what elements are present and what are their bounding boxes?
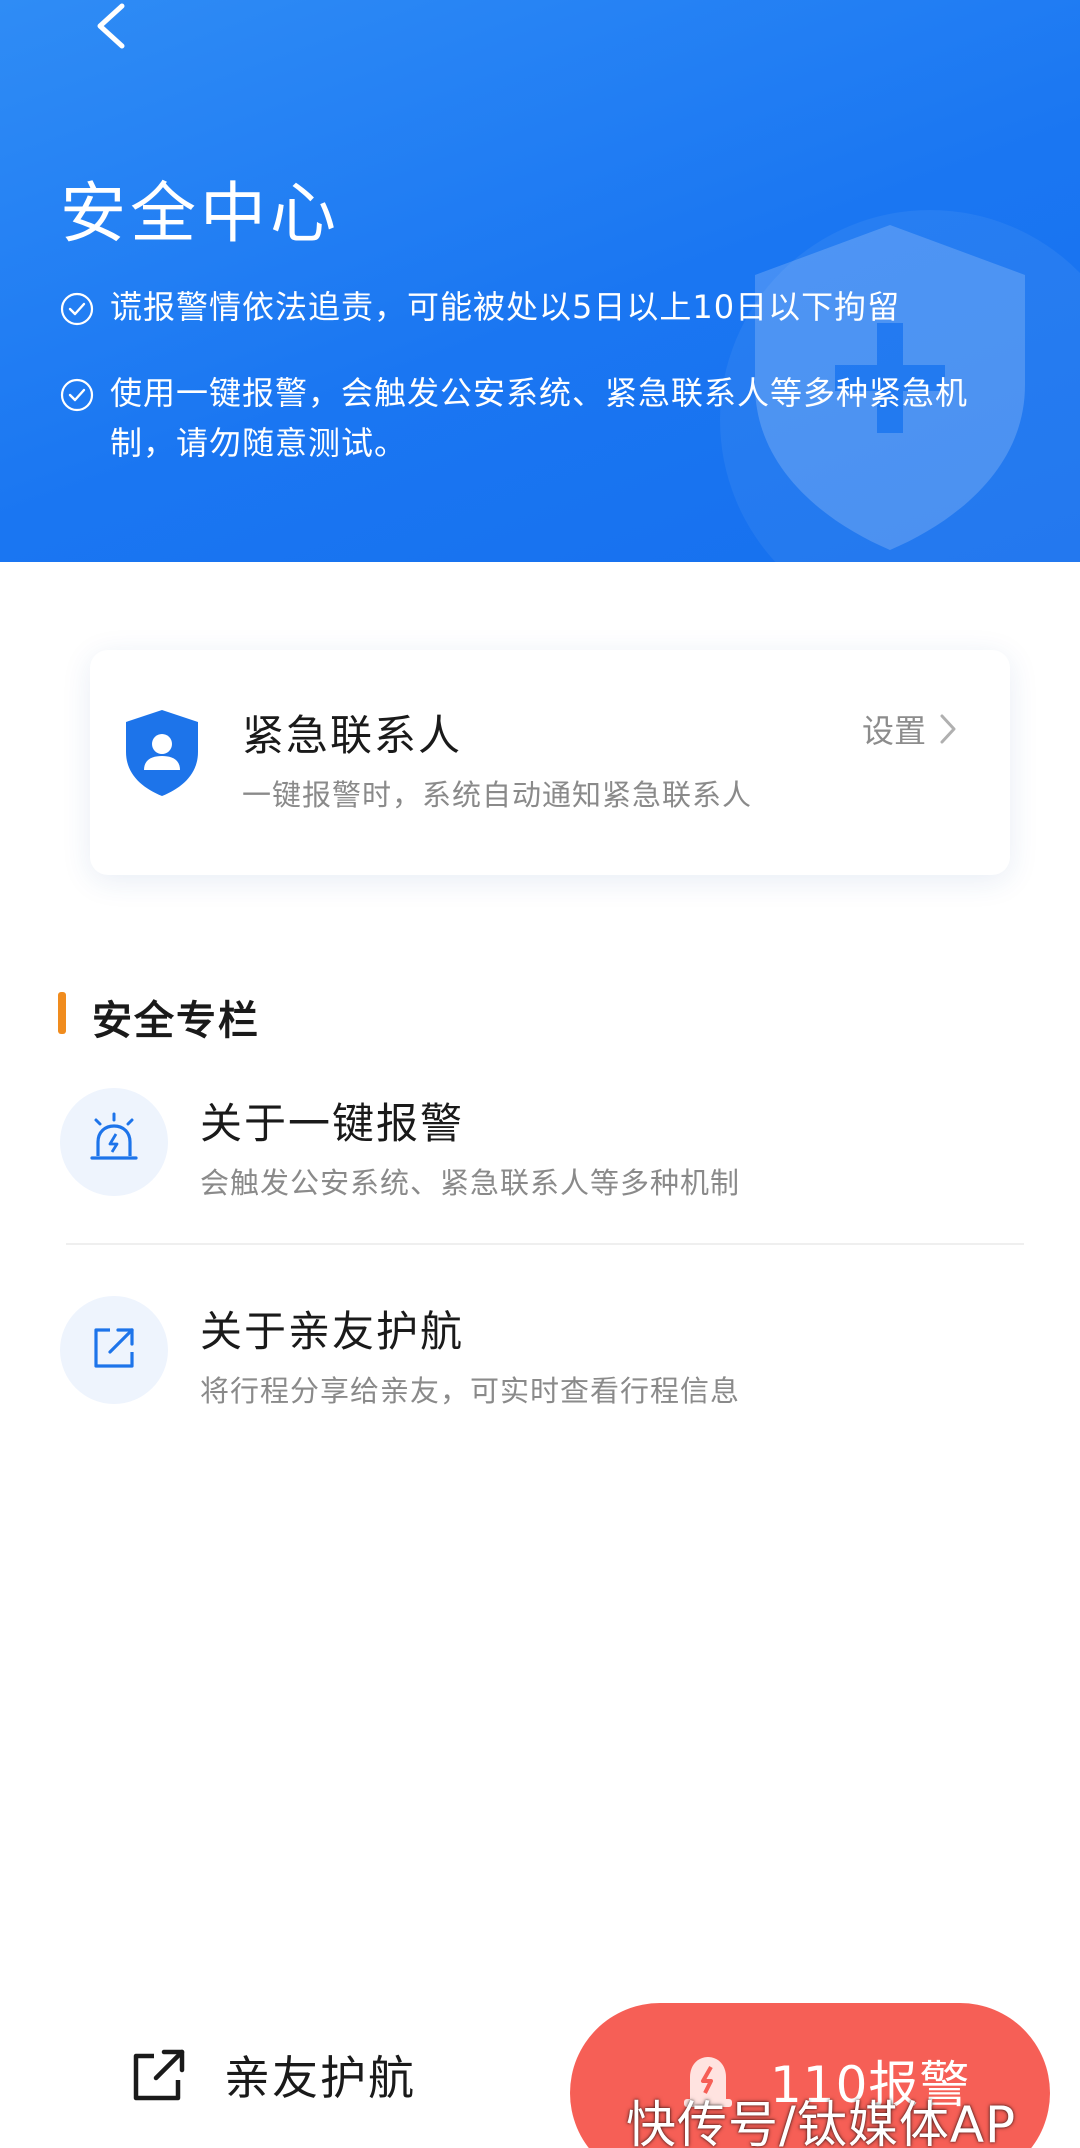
notice-row: 使用一键报警，会触发公安系统、紧急联系人等多种紧急机制，请勿随意测试。 <box>60 368 1020 468</box>
item-subtitle: 会触发公安系统、紧急联系人等多种机制 <box>200 1166 741 1200</box>
contact-subtitle: 一键报警时，系统自动通知紧急联系人 <box>242 778 753 812</box>
back-chevron-icon[interactable] <box>84 0 144 60</box>
settings-label: 设置 <box>861 712 926 750</box>
watermark-text: 快传号/钛媒体AP <box>626 2096 1017 2148</box>
settings-link[interactable]: 设置 <box>862 706 960 752</box>
alarm-light-icon <box>90 1112 138 1160</box>
list-item-family-escort[interactable]: 关于亲友护航 将行程分享给亲友，可实时查看行程信息 <box>60 1268 1020 1418</box>
divider <box>66 1243 1024 1245</box>
notice-row: 谎报警情依法追责，可能被处以5日以上10日以下拘留 <box>60 282 1020 332</box>
header-banner: 安全中心 谎报警情依法追责，可能被处以5日以上10日以下拘留 使用一键报警，会触… <box>0 0 1080 562</box>
contact-title: 紧急联系人 <box>242 711 463 760</box>
notice-text: 谎报警情依法追责，可能被处以5日以上10日以下拘留 <box>110 288 901 326</box>
family-escort-button[interactable]: 亲友护航 <box>58 2005 498 2145</box>
check-circle-icon <box>60 378 94 412</box>
notice-text: 使用一键报警，会触发公安系统、紧急联系人等多种紧急机制，请勿随意测试。 <box>110 374 969 462</box>
page-title: 安全中心 <box>60 175 340 252</box>
section-accent-bar <box>58 992 66 1034</box>
check-circle-icon <box>60 292 94 326</box>
list-item-one-key-alarm[interactable]: 关于一键报警 会触发公安系统、紧急联系人等多种机制 <box>60 1060 1020 1210</box>
item-title: 关于亲友护航 <box>200 1307 465 1356</box>
emergency-contact-card[interactable]: 紧急联系人 一键报警时，系统自动通知紧急联系人 设置 <box>90 650 1010 875</box>
chevron-right-icon <box>940 714 956 744</box>
family-escort-label: 亲友护航 <box>224 2051 416 2105</box>
shield-user-icon <box>126 710 198 796</box>
item-subtitle: 将行程分享给亲友，可实时查看行程信息 <box>200 1374 741 1408</box>
share-icon <box>94 1328 134 1368</box>
share-icon <box>133 2049 185 2101</box>
item-title: 关于一键报警 <box>200 1099 465 1148</box>
section-title: 安全专栏 <box>92 998 260 1044</box>
